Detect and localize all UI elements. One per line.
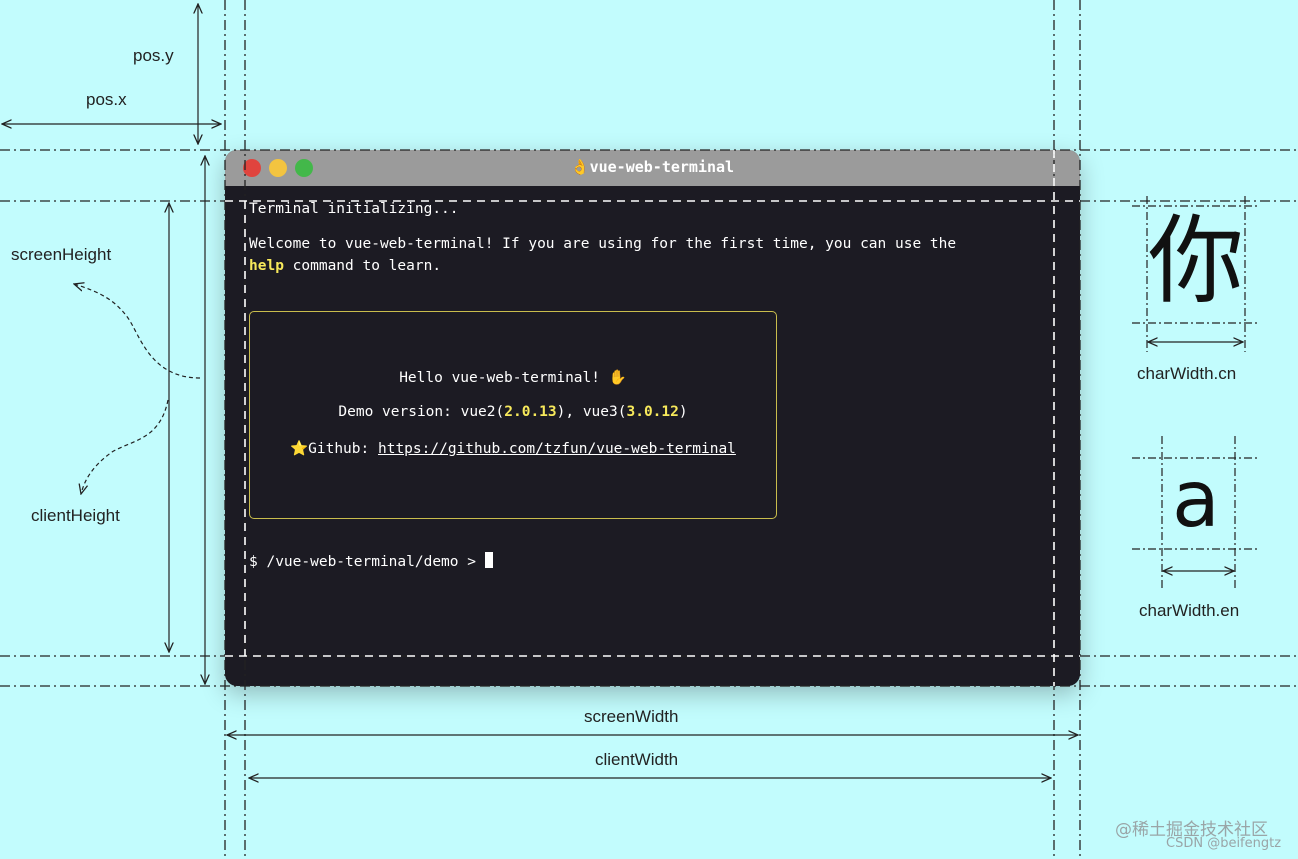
- prompt-text: $ /vue-web-terminal/demo >: [249, 554, 485, 570]
- char-width-cn-label: charWidth.cn: [1137, 364, 1237, 383]
- terminal-window: 👌vue-web-terminal Terminal initializing.…: [225, 150, 1080, 686]
- welcome-line-2: help command to learn.: [249, 258, 441, 274]
- vue3-version: 3.0.12: [626, 404, 679, 420]
- screen-height-pointer: [74, 284, 201, 379]
- sample-char-cn: 你: [1148, 205, 1244, 317]
- demo-version-line: Demo version: vue2(2.0.13), vue3(3.0.12): [250, 404, 776, 420]
- window-title: 👌vue-web-terminal: [570, 158, 735, 176]
- init-line: Terminal initializing...: [249, 201, 459, 217]
- vue2-version: 2.0.13: [504, 404, 557, 420]
- hello-line: Hello vue-web-terminal! ✋: [399, 370, 627, 386]
- pos-x-label: pos.x: [86, 90, 127, 109]
- github-label: ⭐Github:: [290, 441, 378, 457]
- demo-mid: ), vue3(: [556, 404, 627, 420]
- screen-height-label: screenHeight: [11, 245, 112, 264]
- watermark-line-2: CSDN @beifengtz: [1166, 836, 1282, 851]
- client-height-label: clientHeight: [31, 506, 120, 525]
- help-keyword[interactable]: help: [249, 258, 284, 274]
- pos-y-label: pos.y: [133, 46, 174, 65]
- demo-prefix: Demo version: vue2(: [338, 404, 505, 420]
- github-link[interactable]: https://github.com/tzfun/vue-web-termina…: [378, 441, 736, 457]
- welcome-suffix: command to learn.: [283, 258, 442, 274]
- char-width-en-label: charWidth.en: [1139, 601, 1240, 620]
- demo-suffix: ): [678, 404, 688, 420]
- sample-char-en: a: [1172, 455, 1220, 545]
- title-bar: 👌vue-web-terminal: [225, 150, 1080, 186]
- text-cursor: [484, 552, 493, 568]
- screen-width-label: screenWidth: [584, 707, 679, 726]
- client-height-pointer: [81, 399, 169, 494]
- github-line: ⭐Github: https://github.com/tzfun/vue-we…: [250, 440, 776, 457]
- prompt-line[interactable]: $ /vue-web-terminal/demo >: [249, 552, 493, 570]
- welcome-line: Welcome to vue-web-terminal! If you are …: [249, 236, 957, 252]
- info-box: Hello vue-web-terminal! ✋ Demo version: …: [249, 311, 777, 519]
- client-width-label: clientWidth: [595, 750, 679, 769]
- diagram-stage: 👌vue-web-terminal Terminal initializing.…: [0, 0, 1298, 859]
